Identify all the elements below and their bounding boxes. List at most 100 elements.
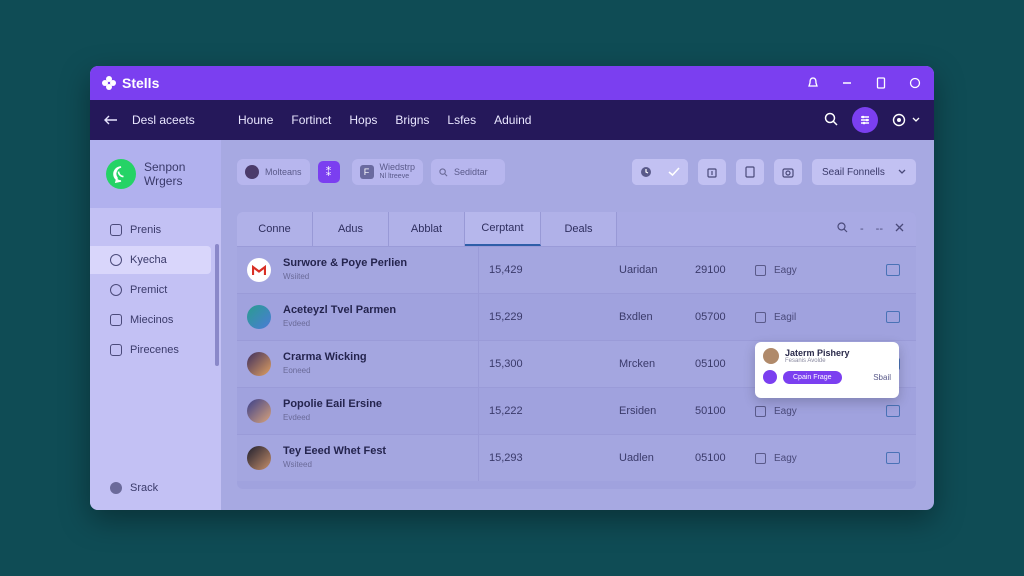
search-icon[interactable] [824, 112, 838, 129]
image-icon [110, 314, 122, 326]
popup-link[interactable]: Sbail [873, 373, 891, 382]
avatar [245, 165, 259, 179]
page-button[interactable] [736, 159, 764, 185]
nav-link-6[interactable]: Aduind [494, 113, 531, 127]
contact-chip[interactable]: Molteans [237, 159, 310, 185]
people-icon [110, 344, 122, 356]
search-icon[interactable] [837, 222, 848, 236]
row-value: 50100 [695, 405, 726, 417]
sidebar-header: Senpon Wrgers [90, 140, 221, 208]
filter-select[interactable]: Seail Fonnells [812, 159, 916, 185]
sidebar-title-line2: Wrgers [144, 174, 183, 188]
back-button[interactable]: Desl aceets [104, 113, 238, 127]
page-icon [745, 166, 755, 178]
nav-link-home[interactable]: Houne [238, 113, 273, 127]
camera-button[interactable] [774, 159, 802, 185]
flower-logo-icon [102, 76, 116, 90]
avatar [247, 446, 271, 470]
row-name: Crarma Wicking [283, 351, 367, 363]
row-status: Eagy [755, 264, 865, 276]
sidebar-item-3[interactable]: Premict [90, 276, 221, 304]
contact-chip-label: Molteans [265, 167, 302, 177]
target-icon [110, 284, 122, 296]
notification-icon[interactable] [806, 76, 820, 90]
workspace-chip[interactable]: F Wiedstrp Nl ltreeve [351, 159, 424, 185]
app-title: Stells [122, 75, 160, 91]
nav-link-4[interactable]: Brigns [395, 113, 429, 127]
row-open-icon[interactable] [886, 264, 900, 276]
sidebar-bottom-label: Srack [130, 482, 159, 494]
bag-button[interactable] [698, 159, 726, 185]
filter-button[interactable]: ⁑ [317, 161, 340, 183]
f-badge-icon: F [359, 165, 374, 179]
camera-icon [782, 168, 794, 178]
table-row[interactable]: Tey Eeed Whet Fest Wsiteed 15,293 Uadlen… [237, 434, 916, 481]
nav-link-5[interactable]: Lsfes [447, 113, 476, 127]
minimize-icon[interactable] [840, 76, 854, 90]
check-button[interactable] [660, 159, 688, 185]
search-input[interactable]: Sedidtar [431, 159, 506, 185]
row-status-label: Eagy [774, 264, 797, 276]
check-icon [668, 167, 680, 177]
row-name: Aceteyzl Tvel Parmen [283, 304, 397, 316]
phone-icon[interactable] [763, 370, 777, 384]
close-icon[interactable] [895, 223, 904, 235]
table-row[interactable]: Surwore & Poye Perlien Wsiited 15,429 Ua… [237, 246, 916, 293]
tab-4[interactable]: Cerptant [465, 212, 541, 246]
sidebar-item-label: Miecinos [130, 314, 174, 326]
tab-3[interactable]: Abblat [389, 212, 465, 246]
compass-icon [110, 482, 122, 494]
sidebar-item-1[interactable]: Prenis [90, 216, 221, 244]
row-sub: Eoneed [283, 366, 311, 375]
sidebar-title-line1: Senpon [144, 160, 186, 174]
sidebar-item-label: Premict [130, 284, 168, 296]
search-icon [439, 167, 448, 176]
toolbar: Molteans ⁑ F Wiedstrp Nl ltreeve Sedidta… [237, 158, 916, 186]
avatar [763, 348, 779, 364]
tab-2[interactable]: Adus [313, 212, 389, 246]
row-city: Uadlen [619, 452, 654, 464]
chat-icon[interactable] [908, 76, 922, 90]
sidebar-scrollbar[interactable] [215, 244, 219, 366]
row-sub: Wsiited [283, 272, 310, 281]
avatar [247, 399, 271, 423]
nav-link-3[interactable]: Hops [349, 113, 377, 127]
table-row[interactable]: Aceteyzl Tvel Parmen Evdeed 15,229 Bxdle… [237, 293, 916, 340]
row-sub: Wsiteed [283, 460, 312, 469]
row-status: Eagy [755, 452, 865, 464]
tab-5[interactable]: Deals [541, 212, 617, 246]
collapse-icon[interactable]: -- [876, 223, 883, 235]
row-number: 15,300 [489, 358, 523, 370]
tag-icon [755, 405, 766, 417]
maximize-icon[interactable] [874, 76, 888, 90]
row-open-icon[interactable] [886, 452, 900, 464]
clock-view-button[interactable] [632, 159, 660, 185]
bag-icon [707, 168, 717, 178]
popup-action-button[interactable]: Cpain Frage [783, 370, 842, 384]
user-menu-button[interactable] [852, 107, 878, 133]
row-open-icon[interactable] [886, 405, 900, 417]
tab-1[interactable]: Conne [237, 212, 313, 246]
nav-link-2[interactable]: Fortinct [291, 113, 331, 127]
row-city: Ersiden [619, 405, 657, 417]
sidebar-item-4[interactable]: Miecinos [90, 306, 221, 334]
row-number: 15,293 [489, 452, 523, 464]
row-number: 15,429 [489, 264, 523, 276]
row-open-icon[interactable] [886, 311, 900, 323]
title-bar: Stells [90, 66, 934, 100]
settings-dropdown[interactable] [892, 113, 920, 127]
row-name: Surwore & Poye Perlien [283, 257, 408, 269]
sidebar-bottom-item[interactable]: Srack [110, 482, 158, 494]
sidebar: Senpon Wrgers Prenis Kyecha Premict Miec… [90, 140, 221, 510]
sidebar-item-2[interactable]: Kyecha [90, 246, 211, 274]
view-toggle-group [632, 159, 688, 185]
back-label: Desl aceets [132, 113, 195, 127]
popup-sub: Fesanis Avolde [785, 358, 826, 364]
minus-icon[interactable]: - [860, 223, 864, 235]
nav-bar: Desl aceets Houne Fortinct Hops Brigns L… [90, 100, 934, 140]
whatsapp-logo-icon [106, 159, 136, 189]
sidebar-item-5[interactable]: Pirecenes [90, 336, 221, 364]
clock-icon [641, 167, 651, 177]
arrow-left-icon [104, 115, 117, 125]
row-status: Eagy [755, 405, 865, 417]
